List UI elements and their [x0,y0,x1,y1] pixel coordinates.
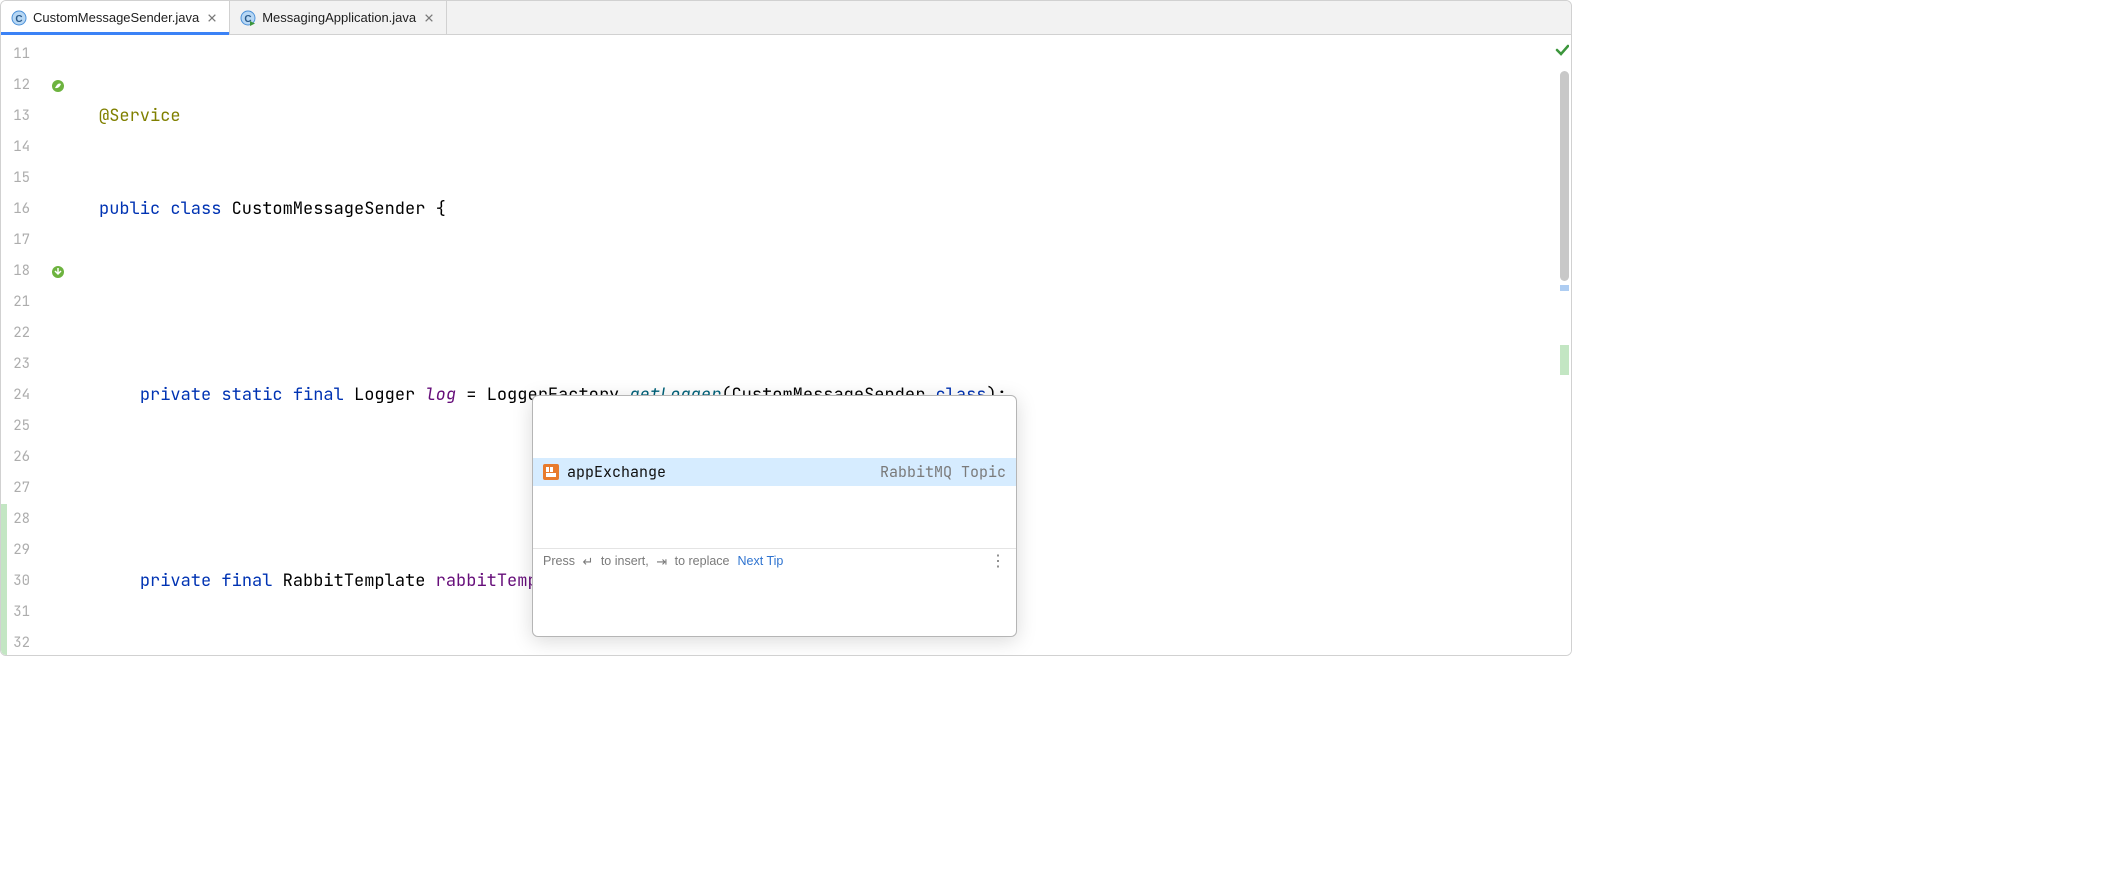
editor-right-gutter [1555,35,1571,655]
spring-autowired-icon[interactable] [49,256,67,287]
close-icon[interactable] [422,11,436,25]
line-number: 32 [1,628,48,655]
completion-footer: Press ↵ to insert, ⇥ to replace Next Tip… [533,548,1016,574]
line-number: 15 [1,163,48,194]
tab-key-icon: ⇥ [656,546,667,577]
code-completion-popup: appExchange RabbitMQ Topic Press ↵ to in… [532,395,1017,637]
line-number: 18 [1,256,48,287]
spring-bean-icon[interactable] [49,70,67,101]
enter-key-icon: ↵ [582,546,593,577]
scrollbar-thumb[interactable] [1560,71,1569,281]
completion-item-type: RabbitMQ Topic [880,457,1006,488]
line-number: 16 [1,194,48,225]
tab-messagingapplication[interactable]: C MessagingApplication.java [230,1,447,34]
line-number: 14 [1,132,48,163]
line-number: 28 [1,504,48,535]
rabbitmq-icon [543,464,559,480]
ide-window: C CustomMessageSender.java C MessagingAp… [0,0,1572,656]
completion-item-label: appExchange [567,457,872,488]
class-file-icon: C [11,10,27,26]
class-file-runnable-icon: C [240,10,256,26]
line-number: 11 [1,39,48,70]
line-number: 26 [1,442,48,473]
editor-tab-bar: C CustomMessageSender.java C MessagingAp… [1,1,1571,35]
inspection-ok-icon[interactable] [1555,41,1569,62]
scroll-marker-change [1560,345,1569,375]
gutter-icon-column [49,35,67,655]
line-number-gutter: 11 12 13 14 15 16 17 18 21 22 23 24 25 2… [1,35,49,655]
close-icon[interactable] [205,11,219,25]
editor-body: 11 12 13 14 15 16 17 18 21 22 23 24 25 2… [1,35,1571,655]
line-number: 29 [1,535,48,566]
scroll-marker-caret [1560,285,1569,291]
more-options-icon[interactable]: ⋮ [990,546,1006,577]
svg-text:C: C [15,14,22,25]
line-number: 13 [1,101,48,132]
tab-label: CustomMessageSender.java [33,10,199,25]
line-number: 12 [1,70,48,101]
code-editor[interactable]: @Service public class CustomMessageSende… [67,35,1555,655]
line-number: 21 [1,287,48,318]
next-tip-link[interactable]: Next Tip [738,546,784,577]
annotation: @Service [99,105,181,127]
tab-custommessagesender[interactable]: C CustomMessageSender.java [1,1,230,34]
line-number: 31 [1,597,48,628]
line-number: 30 [1,566,48,597]
line-number: 27 [1,473,48,504]
tab-label: MessagingApplication.java [262,10,416,25]
line-number: 23 [1,349,48,380]
line-number: 22 [1,318,48,349]
line-number: 24 [1,380,48,411]
line-number: 25 [1,411,48,442]
line-number: 17 [1,225,48,256]
completion-item[interactable]: appExchange RabbitMQ Topic [533,458,1016,486]
